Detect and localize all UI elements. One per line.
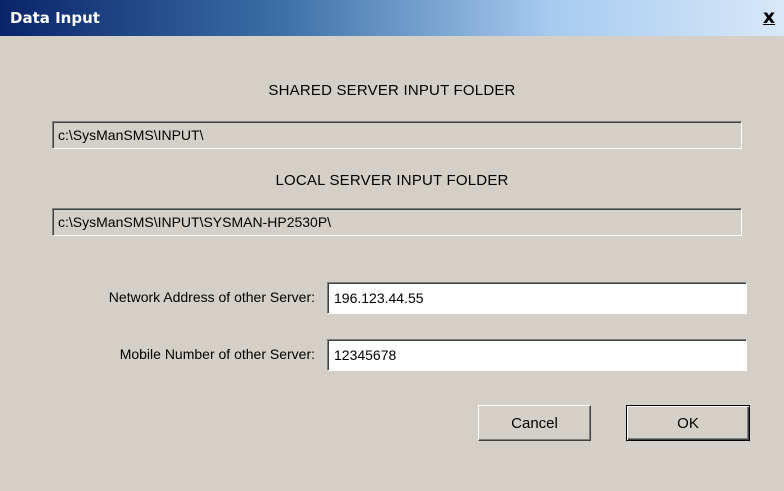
local-folder-path-field[interactable]: c:\SysManSMS\INPUT\SYSMAN-HP2530P\: [52, 208, 742, 236]
cancel-button[interactable]: Cancel: [478, 405, 591, 441]
ok-button[interactable]: OK: [626, 405, 750, 441]
local-folder-heading: LOCAL SERVER INPUT FOLDER: [275, 172, 509, 189]
mobile-number-label: Mobile Number of other Server:: [119, 346, 315, 362]
title-bar[interactable]: Data Input x: [0, 0, 784, 36]
close-button[interactable]: x: [758, 7, 780, 29]
network-address-label: Network Address of other Server:: [108, 289, 315, 305]
data-input-dialog: Data Input x SHARED SERVER INPUT FOLDER …: [0, 0, 784, 491]
mobile-number-input[interactable]: [327, 339, 747, 371]
network-address-input[interactable]: [327, 282, 747, 314]
window-title: Data Input: [10, 9, 100, 27]
shared-folder-path-field[interactable]: c:\SysManSMS\INPUT\: [52, 121, 742, 149]
close-icon: x: [762, 6, 776, 28]
shared-folder-heading: SHARED SERVER INPUT FOLDER: [268, 82, 516, 99]
